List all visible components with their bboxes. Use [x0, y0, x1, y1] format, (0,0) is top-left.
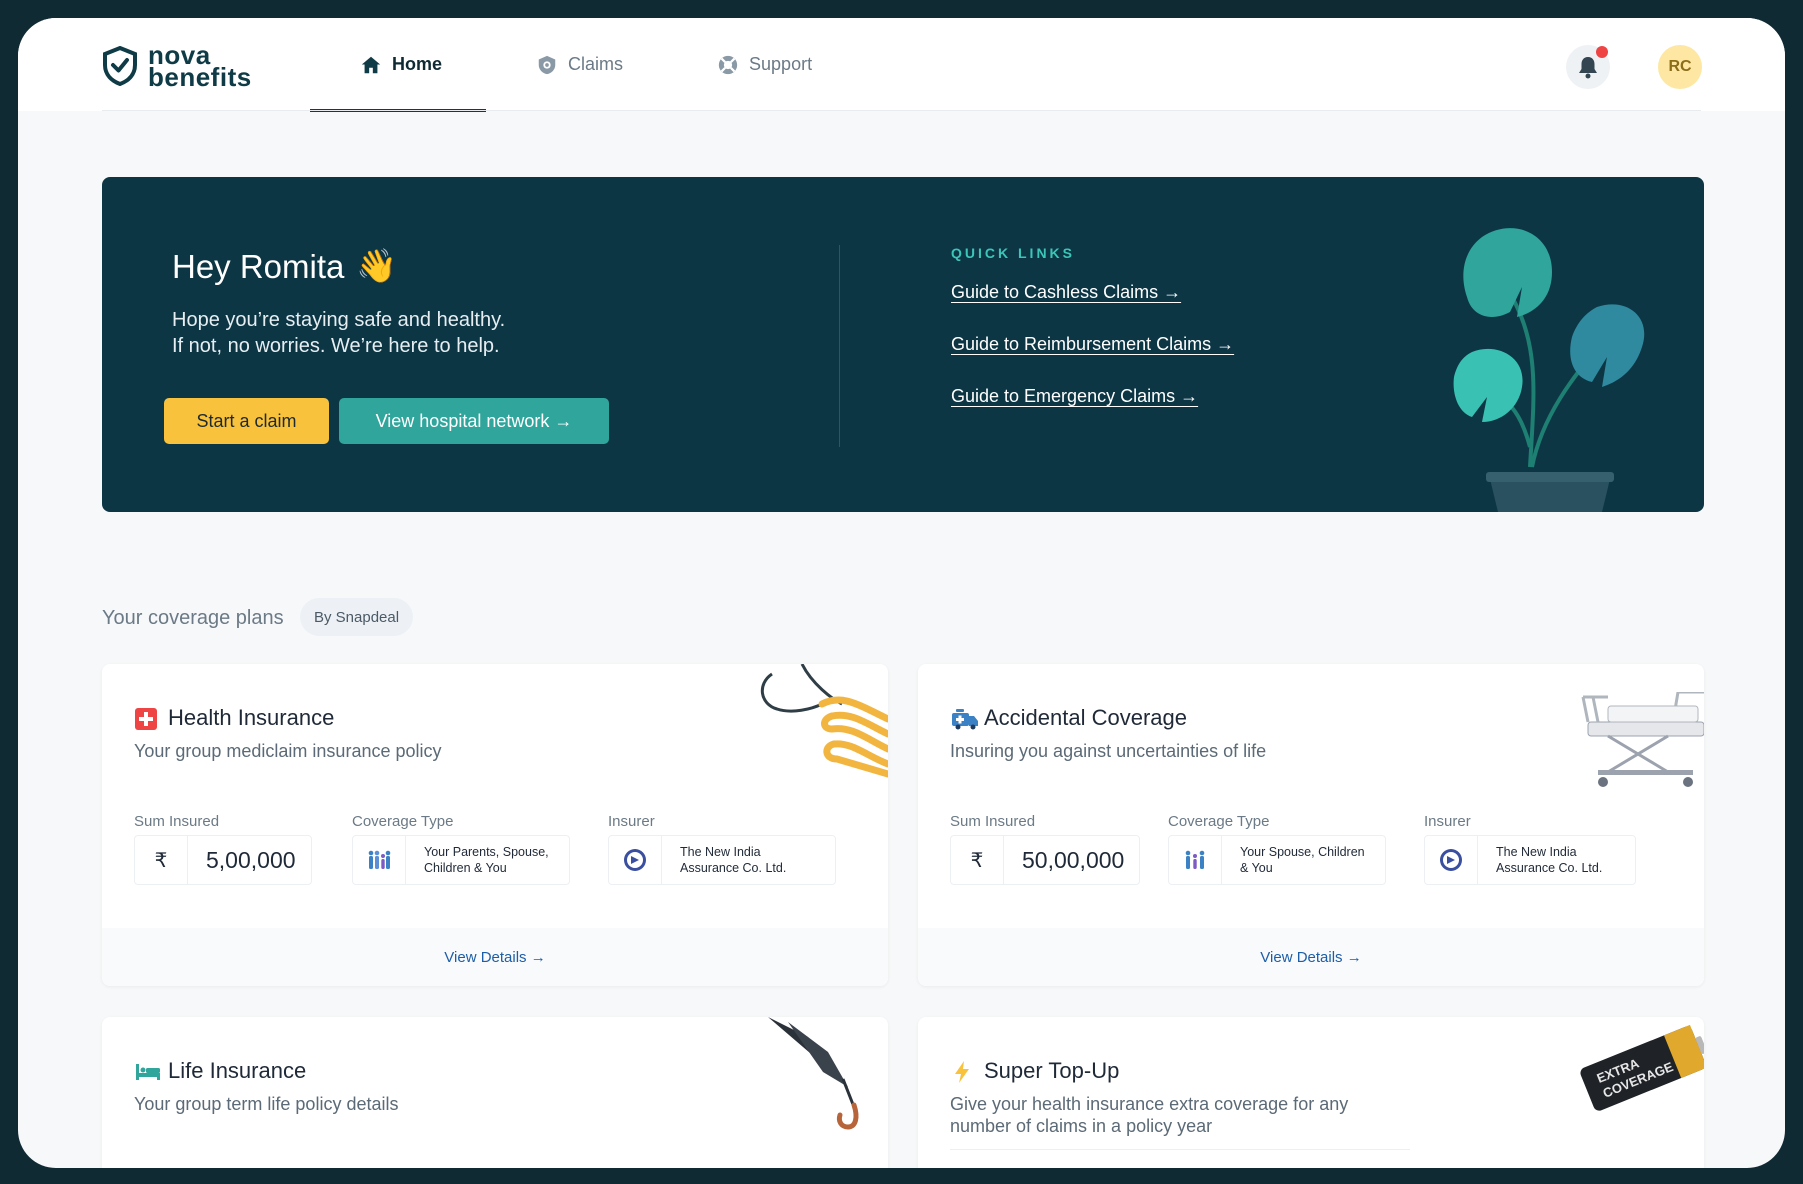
quick-link-emergency[interactable]: Guide to Emergency Claims → — [951, 386, 1198, 407]
card-subtitle: Insuring you against uncertainties of li… — [950, 741, 1267, 761]
lightning-icon — [955, 1061, 969, 1083]
view-hospital-network-button[interactable]: View hospital network → — [339, 398, 609, 444]
battery-illustration: EXTRA COVERAGE — [1580, 1024, 1704, 1111]
insurer-line-2: Assurance Co. Ltd. — [1496, 861, 1603, 875]
hero-divider — [839, 245, 840, 447]
nav-support[interactable]: Support — [667, 18, 856, 111]
shield-logo-icon — [103, 46, 137, 86]
insurer-line-1: The New India — [680, 845, 761, 859]
insurer-value: The New India Assurance Co. Ltd. — [662, 844, 786, 876]
welcome-line-2: If not, no worries. We’re here to help. — [172, 335, 500, 357]
card-title: Super Top-Up — [984, 1058, 1120, 1083]
card-footer: View Details → — [918, 928, 1704, 986]
life-insurance-card[interactable]: Life Insurance Your group term life poli… — [102, 1017, 888, 1168]
app-window: nova benefits Home Claims Support RC Hey… — [18, 18, 1785, 1168]
insurer-label: Insurer — [1424, 813, 1471, 830]
family-icon — [1169, 836, 1222, 884]
coverage-line-1: Your Spouse, Children — [1240, 845, 1365, 859]
nav-claims-label: Claims — [568, 54, 624, 74]
card-divider — [950, 1149, 1410, 1150]
greeting: Hey Romita 👋 — [172, 247, 397, 286]
medical-cross-icon — [135, 708, 157, 730]
nav-claims[interactable]: Claims — [486, 18, 667, 111]
top-navigation: nova benefits Home Claims Support RC — [18, 18, 1785, 112]
home-icon — [361, 56, 381, 73]
umbrella-illustration — [768, 1017, 859, 1130]
insurer-line-1: The New India — [1496, 845, 1577, 859]
coverage-type-box: Your Spouse, Children & You — [1168, 835, 1386, 885]
coverage-section-title: Your coverage plans — [102, 607, 284, 629]
bed-icon — [136, 1064, 160, 1080]
card-title: Health Insurance — [168, 705, 335, 730]
view-details-link[interactable]: View Details → — [1260, 949, 1361, 966]
card-footer: View Details → — [102, 928, 888, 986]
health-insurance-card[interactable]: Health Insurance Your group mediclaim in… — [102, 664, 888, 986]
stethoscope-illustration — [761, 664, 888, 778]
card-title: Life Insurance — [168, 1058, 307, 1083]
coverage-line-1: Your Parents, Spouse, — [424, 845, 549, 859]
sum-insured-box: ₹ 50,00,000 — [950, 835, 1140, 885]
sum-insured-box: ₹ 5,00,000 — [134, 835, 312, 885]
main-nav: Home Claims Support — [310, 18, 856, 112]
welcome-message: Hope you’re staying safe and healthy. If… — [172, 307, 505, 359]
accidental-coverage-card[interactable]: Accidental Coverage Insuring you against… — [918, 664, 1704, 986]
welcome-line-1: Hope you’re staying safe and healthy. — [172, 309, 506, 331]
super-top-up-card[interactable]: Super Top-Up Give your health insurance … — [918, 1017, 1704, 1168]
coverage-type-value: Your Spouse, Children & You — [1222, 844, 1365, 876]
nav-home[interactable]: Home — [310, 18, 487, 112]
insurer-logo-icon — [1425, 836, 1478, 884]
rupee-icon: ₹ — [135, 836, 188, 884]
insurer-box: The New India Assurance Co. Ltd. — [608, 835, 836, 885]
coverage-type-box: Your Parents, Spouse, Children & You — [352, 835, 570, 885]
insurer-label: Insurer — [608, 813, 655, 830]
welcome-banner: Hey Romita 👋 Hope you’re staying safe an… — [102, 177, 1704, 512]
coverage-type-value: Your Parents, Spouse, Children & You — [406, 844, 549, 876]
quick-links-title: QUICK LINKS — [951, 245, 1075, 261]
nova-benefits-logo[interactable]: nova benefits — [102, 42, 252, 92]
lifebuoy-icon — [718, 55, 738, 74]
quick-link-cashless[interactable]: Guide to Cashless Claims → — [951, 282, 1181, 303]
nav-home-label: Home — [392, 54, 443, 74]
insurer-value: The New India Assurance Co. Ltd. — [1478, 844, 1602, 876]
subtitle-line-2: number of claims in a policy year — [950, 1116, 1213, 1136]
card-subtitle: Your group term life policy details — [134, 1094, 399, 1114]
sponsor-chip: By Snapdeal — [300, 598, 414, 636]
notifications-button[interactable] — [1566, 45, 1610, 89]
sum-insured-value: 50,00,000 — [1022, 846, 1125, 873]
coverage-line-2: & You — [1240, 861, 1273, 875]
sum-insured-value: 5,00,000 — [206, 846, 296, 873]
plant-illustration — [1453, 228, 1645, 512]
coverage-type-label: Coverage Type — [1168, 813, 1270, 830]
family-icon — [353, 836, 406, 884]
insurer-logo-icon — [609, 836, 662, 884]
view-details-link[interactable]: View Details → — [444, 949, 545, 966]
coverage-line-2: Children & You — [424, 861, 507, 875]
sum-insured-label: Sum Insured — [134, 813, 220, 830]
waving-hand-icon: 👋 — [356, 247, 398, 284]
rupee-icon: ₹ — [951, 836, 1004, 884]
bell-icon — [1579, 57, 1597, 79]
card-title: Accidental Coverage — [984, 705, 1188, 730]
logo-text: nova benefits — [148, 42, 252, 92]
card-subtitle: Give your health insurance extra coverag… — [950, 1093, 1348, 1137]
nav-support-label: Support — [749, 54, 813, 74]
hospital-bed-illustration — [1581, 692, 1704, 787]
ambulance-icon — [952, 709, 978, 730]
quick-link-reimbursement[interactable]: Guide to Reimbursement Claims → — [951, 334, 1234, 355]
card-subtitle: Your group mediclaim insurance policy — [134, 741, 442, 761]
avatar[interactable]: RC — [1658, 45, 1702, 89]
subtitle-line-1: Give your health insurance extra coverag… — [950, 1094, 1349, 1114]
sum-insured-label: Sum Insured — [950, 813, 1036, 830]
notification-dot — [1596, 46, 1608, 58]
start-claim-button[interactable]: Start a claim — [164, 398, 329, 444]
greeting-text: Hey Romita — [172, 247, 345, 285]
insurer-line-2: Assurance Co. Ltd. — [680, 861, 787, 875]
coverage-type-label: Coverage Type — [352, 813, 454, 830]
insurer-box: The New India Assurance Co. Ltd. — [1424, 835, 1636, 885]
logo-line-2: benefits — [148, 62, 252, 92]
header-divider — [102, 110, 1701, 111]
shield-icon — [538, 55, 556, 74]
